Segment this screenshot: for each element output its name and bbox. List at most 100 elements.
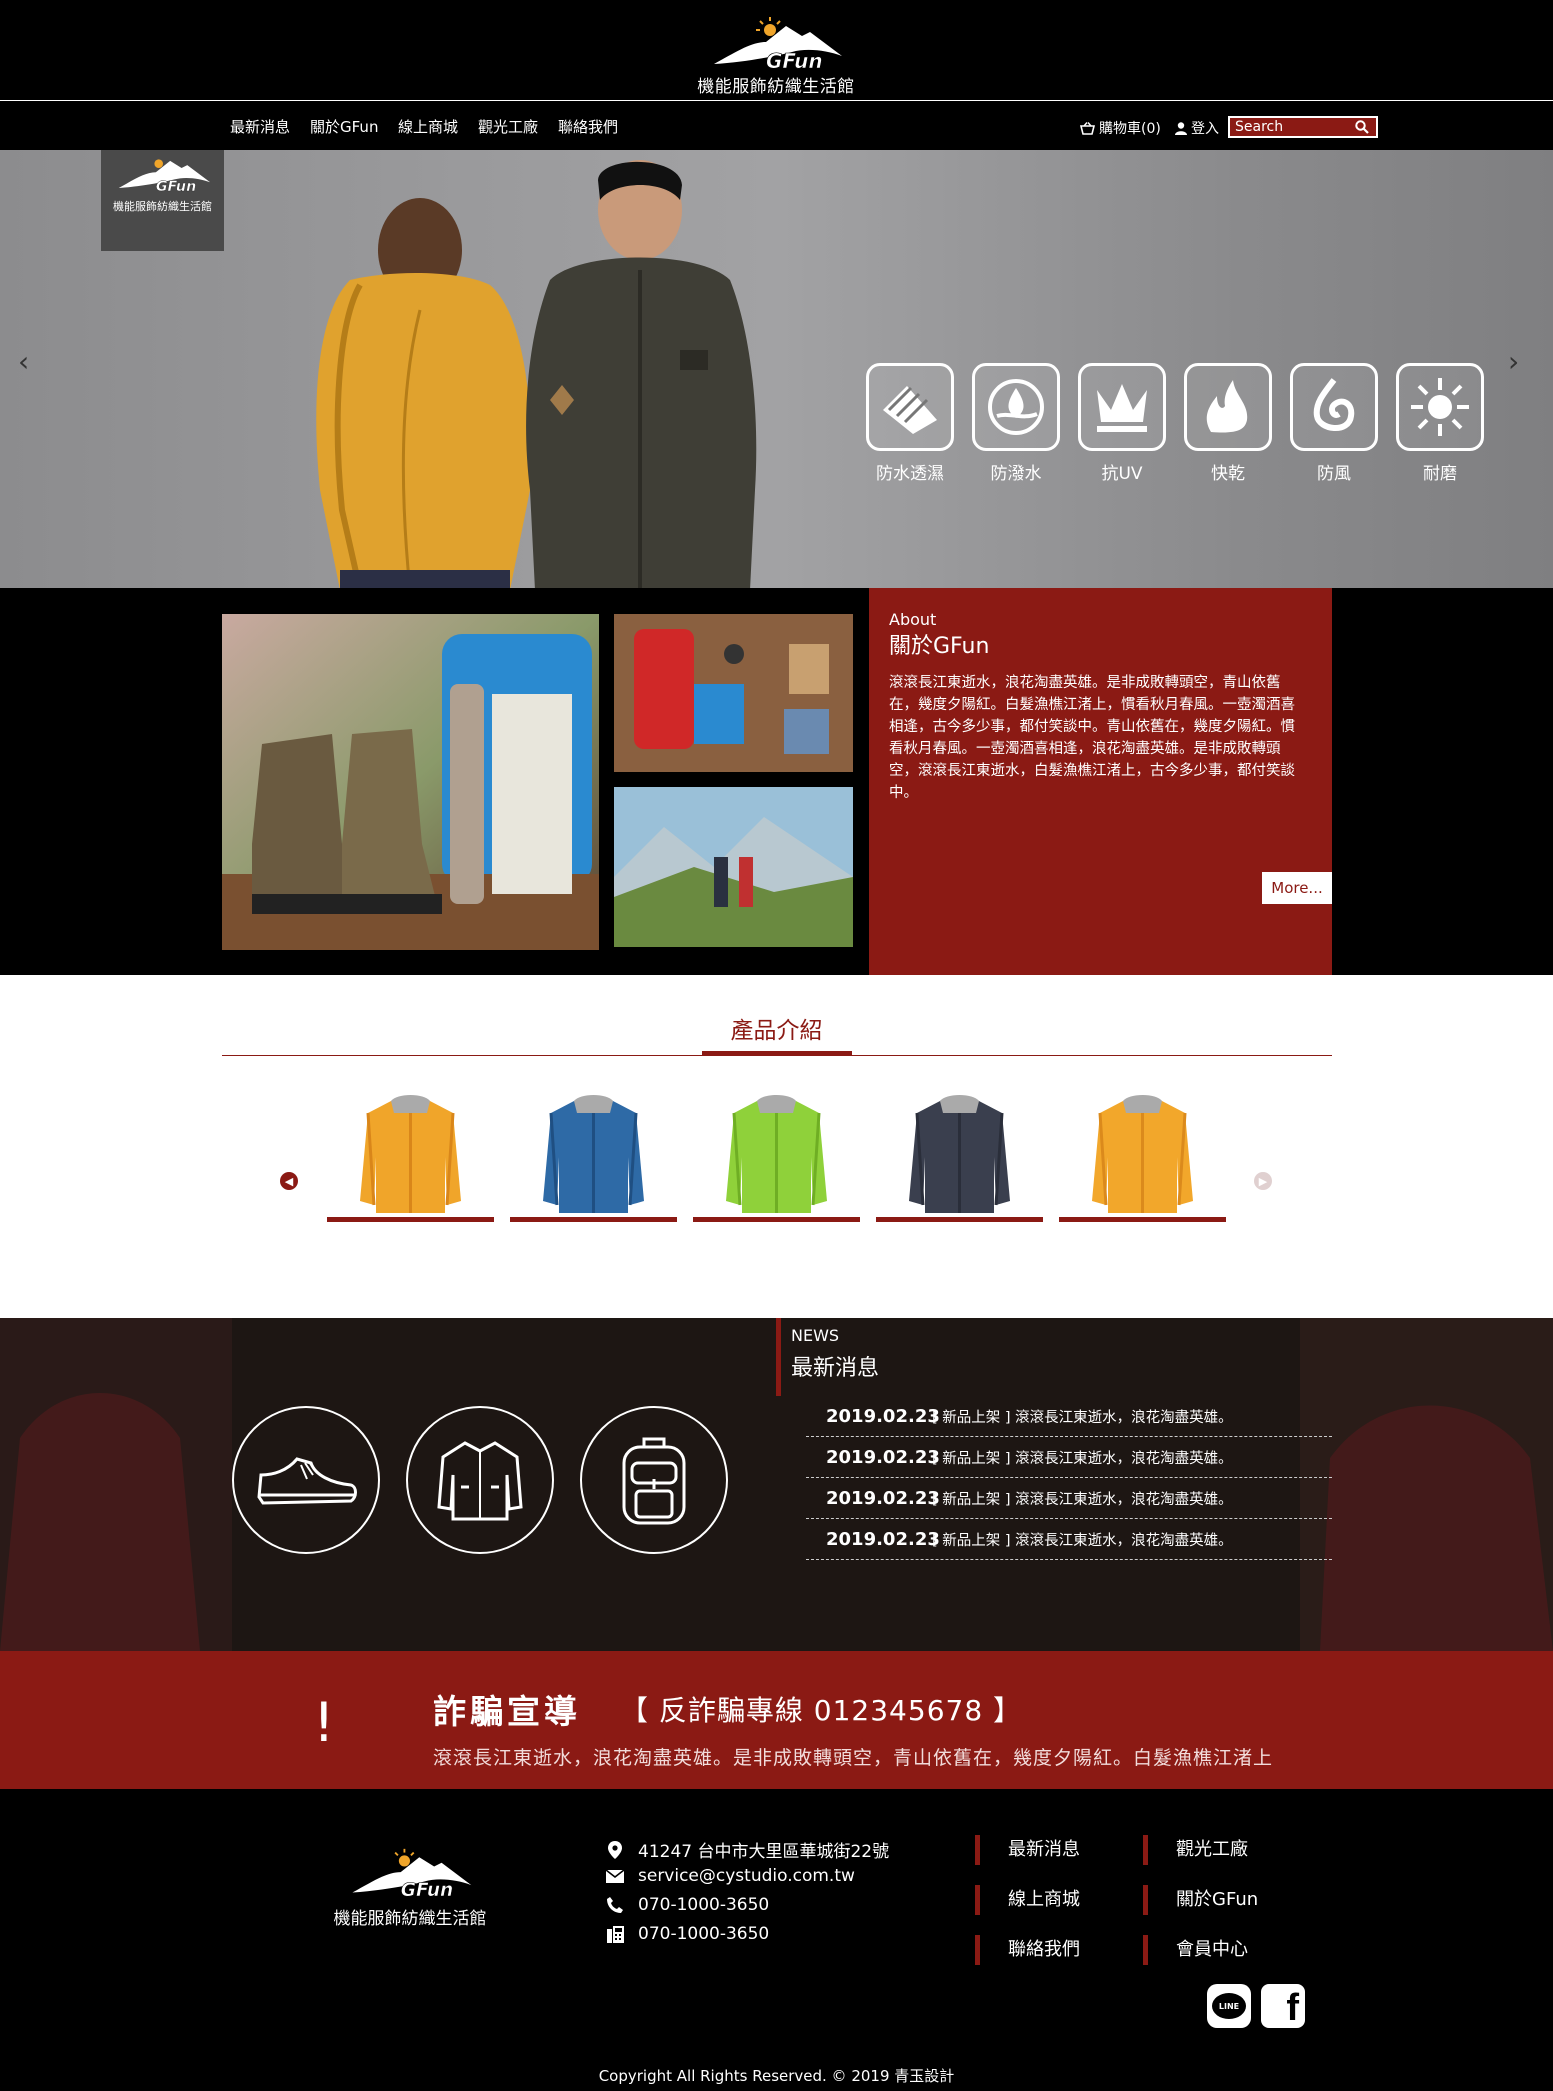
- basket-icon: [1080, 121, 1095, 135]
- hero-badge: GFun 機能服飾紡織生活館: [101, 150, 224, 251]
- news-item[interactable]: 2019.02.23 [ 新品上架 ] 滾滾長江東逝水，浪花淘盡英雄。: [806, 1437, 1332, 1478]
- product-card[interactable]: [1059, 1095, 1226, 1222]
- nav-item-news[interactable]: 最新消息: [230, 116, 290, 137]
- social-links: LINE f: [1207, 1984, 1305, 2028]
- news-item[interactable]: 2019.02.23 [ 新品上架 ] 滾滾長江東逝水，浪花淘盡英雄。: [806, 1396, 1332, 1437]
- backpack-icon: [622, 1437, 686, 1524]
- footer-link-shop[interactable]: 線上商城: [975, 1885, 1080, 1915]
- feature-label: 耐磨: [1423, 464, 1457, 484]
- feature-anti-uv: 抗UV: [1078, 363, 1166, 484]
- fraud-alert-banner: ! 詐騙宣導 【 反詐騙專線 012345678 】 滾滾長江東逝水，浪花淘盡英…: [0, 1651, 1553, 1789]
- map-pin-icon: [606, 1840, 624, 1859]
- search-button[interactable]: [1350, 120, 1374, 134]
- facebook-label: f: [1286, 1987, 1299, 2029]
- line-label: LINE: [1212, 1993, 1246, 2019]
- product-card[interactable]: [510, 1095, 677, 1222]
- sun-burst-icon: [1396, 363, 1484, 451]
- news-date: 2019.02.23: [826, 1446, 940, 1468]
- footer-phone[interactable]: 070-1000-3650: [606, 1895, 769, 1915]
- footer-link-factory[interactable]: 觀光工廠: [1143, 1835, 1248, 1865]
- model-man-image: [526, 160, 757, 588]
- exclamation-icon: !: [313, 1691, 335, 1754]
- shoe-category-button[interactable]: [232, 1406, 380, 1554]
- news-item[interactable]: 2019.02.23 [ 新品上架 ] 滾滾長江東逝水，浪花淘盡英雄。: [806, 1519, 1332, 1560]
- feature-label: 抗UV: [1101, 464, 1143, 484]
- about-more-button[interactable]: More...: [1262, 872, 1332, 904]
- product-card[interactable]: [876, 1095, 1043, 1222]
- boots-photo: [222, 614, 599, 950]
- login-link[interactable]: 登入: [1175, 118, 1219, 138]
- mountain-logo-icon: GFun: [118, 159, 210, 195]
- feature-label: 防水透濕: [876, 464, 944, 484]
- products-section: 產品介紹 ◀ ▶: [0, 975, 1553, 1318]
- site-logo[interactable]: GFun 機能服飾紡織生活館: [690, 12, 862, 97]
- feature-label: 防潑水: [990, 464, 1042, 484]
- news-item[interactable]: 2019.02.23 [ 新品上架 ] 滾滾長江東逝水，浪花淘盡英雄。: [806, 1478, 1332, 1519]
- alert-text: 滾滾長江東逝水，浪花淘盡英雄。是非成敗轉頭空，青山依舊在，幾度夕陽紅。白髮漁樵江…: [433, 1747, 1274, 1769]
- nav-item-factory[interactable]: 觀光工廠: [478, 116, 538, 137]
- backpack-category-button[interactable]: [580, 1406, 728, 1554]
- about-title: 關於GFun: [889, 634, 990, 659]
- jacket-icon: [437, 1441, 523, 1521]
- products-next-button[interactable]: ▶: [1254, 1172, 1272, 1190]
- uv-shield-icon: [1078, 363, 1166, 451]
- jacket-product-image: [1092, 1095, 1193, 1213]
- product-card[interactable]: [693, 1095, 860, 1222]
- products-prev-button[interactable]: ◀: [280, 1172, 298, 1190]
- site-tagline: 機能服飾紡織生活館: [697, 77, 855, 97]
- nav-item-shop[interactable]: 線上商城: [398, 116, 458, 137]
- jacket-product-image: [726, 1095, 827, 1213]
- news-text: [ 新品上架 ] 滾滾長江東逝水，浪花淘盡英雄。: [932, 1532, 1233, 1549]
- jacket-product-image: [909, 1095, 1010, 1213]
- footer-link-about[interactable]: 關於GFun: [1143, 1885, 1258, 1915]
- svg-text:GFun: GFun: [155, 179, 195, 195]
- footer-logo[interactable]: GFun 機能服飾紡織生活館: [330, 1844, 490, 1929]
- line-icon[interactable]: LINE: [1207, 1984, 1251, 2028]
- svg-text:GFun: GFun: [766, 49, 823, 73]
- product-card[interactable]: [327, 1095, 494, 1222]
- water-drop-icon: [972, 363, 1060, 451]
- hero-next-arrow[interactable]: ›: [1508, 345, 1519, 378]
- news-text: [ 新品上架 ] 滾滾長江東逝水，浪花淘盡英雄。: [932, 1491, 1233, 1508]
- news-date: 2019.02.23: [826, 1405, 940, 1427]
- footer-email[interactable]: service@cystudio.com.tw: [606, 1866, 855, 1886]
- main-nav: 最新消息 關於GFun 線上商城 觀光工廠 聯絡我們 購物車(0) 登入: [0, 102, 1553, 150]
- feature-waterproof: 防水透濕: [866, 363, 954, 484]
- nav-item-about[interactable]: 關於GFun: [310, 116, 378, 137]
- alert-title: 詐騙宣導: [433, 1692, 581, 1731]
- gear-flatlay-photo: [614, 614, 853, 772]
- search-input[interactable]: [1230, 119, 1350, 135]
- feature-water-repellent: 防潑水: [972, 363, 1060, 484]
- phone-text: 070-1000-3650: [638, 1895, 770, 1915]
- user-icon: [1175, 121, 1187, 135]
- jacket-category-button[interactable]: [406, 1406, 554, 1554]
- hero-prev-arrow[interactable]: ‹: [18, 345, 29, 378]
- email-text: service@cystudio.com.tw: [638, 1866, 855, 1886]
- svg-text:GFun: GFun: [401, 1880, 454, 1901]
- jacket-product-image: [360, 1095, 461, 1213]
- footer-link-contact[interactable]: 聯絡我們: [975, 1935, 1080, 1965]
- facebook-icon[interactable]: f: [1261, 1984, 1305, 2028]
- news-title: 最新消息: [791, 1356, 880, 1381]
- footer-fax: 070-1000-3650: [606, 1924, 769, 1944]
- shoe-icon: [257, 1457, 357, 1505]
- hero-badge-tagline: 機能服飾紡織生活館: [113, 200, 212, 213]
- footer-tagline: 機能服飾紡織生活館: [333, 1909, 487, 1929]
- copyright: Copyright All Rights Reserved. © 2019 青玉…: [598, 2067, 955, 2085]
- feature-label: 快乾: [1211, 464, 1245, 484]
- product-card-bar: [876, 1217, 1043, 1222]
- nav-item-contact[interactable]: 聯絡我們: [558, 116, 618, 137]
- cart-label: 購物車(0): [1099, 121, 1161, 137]
- cart-link[interactable]: 購物車(0): [1080, 118, 1161, 138]
- feature-label: 防風: [1317, 464, 1351, 484]
- fax-text: 070-1000-3650: [638, 1924, 770, 1944]
- product-card-bar: [1059, 1217, 1226, 1222]
- search-icon: [1355, 120, 1369, 134]
- login-label: 登入: [1191, 121, 1219, 137]
- hero-banner: GFun 機能服飾紡織生活館 ‹ › 防水透濕 防潑水 抗UV 快乾 防風 耐磨: [0, 150, 1553, 588]
- footer-link-member[interactable]: 會員中心: [1143, 1935, 1248, 1965]
- footer-link-news[interactable]: 最新消息: [975, 1835, 1080, 1865]
- news-date: 2019.02.23: [826, 1528, 940, 1550]
- search-box: [1228, 116, 1378, 138]
- product-card-bar: [510, 1217, 677, 1222]
